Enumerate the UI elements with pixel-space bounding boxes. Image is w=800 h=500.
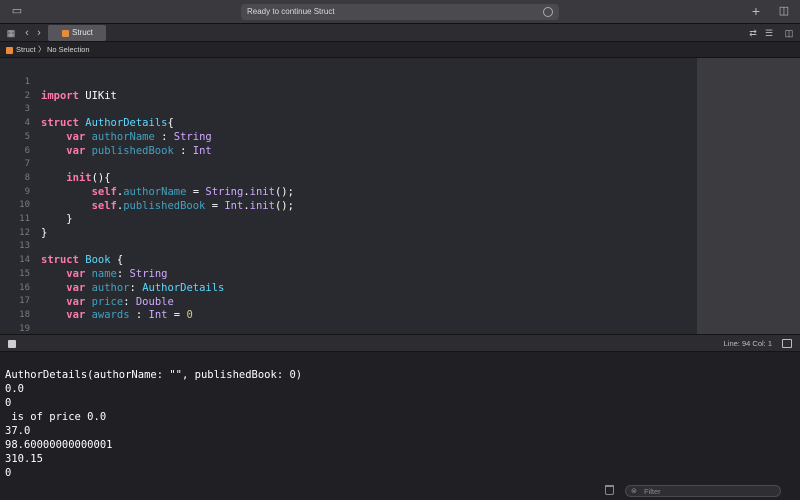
trash-icon[interactable]	[605, 485, 614, 495]
inspector-toggle-icon[interactable]: ◫	[777, 5, 791, 17]
sidebar-toggle-icon[interactable]: ▭	[10, 5, 24, 17]
status-text: Ready to continue Struct	[247, 7, 335, 16]
console-line: 0.0	[5, 383, 24, 395]
console-output[interactable]: AuthorDetails(authorName: "", publishedB…	[0, 352, 800, 500]
filter-icon: ⊜	[631, 488, 637, 495]
code-line: 4 var authorName : String	[0, 102, 697, 143]
console-line: AuthorDetails(authorName: "", publishedB…	[5, 369, 303, 381]
console-line: 0	[5, 397, 12, 409]
console-line: is of price 0.0	[5, 411, 107, 423]
debug-bar: Line: 94 Col: 1	[0, 334, 800, 352]
code-line: 2	[0, 75, 697, 101]
breadcrumb-file[interactable]: Struct	[16, 44, 36, 55]
tab-struct[interactable]: Struct	[48, 25, 106, 41]
tab-bar: ▦ ‹ › Struct ⇄ ☰ ◫	[0, 24, 800, 42]
code-line: 9 self.publishedBook = Int.init();	[0, 171, 697, 212]
tab-label: Struct	[72, 28, 93, 37]
code-line: 11 }	[0, 198, 697, 239]
console-line: 310.15	[5, 453, 43, 465]
console-line: 37.0	[5, 425, 31, 437]
filter-input[interactable]	[644, 486, 774, 496]
grid-icon[interactable]: ▦	[4, 27, 18, 39]
code-line: 7 init(){	[0, 143, 697, 184]
window-titlebar: ▭ Ready to continue Struct + ◫	[0, 0, 800, 24]
console-line: 98.60000000000001	[5, 439, 113, 451]
cursor-position: Line: 94 Col: 1	[723, 339, 772, 348]
plus-icon[interactable]: +	[749, 4, 763, 18]
code-line: 18	[0, 294, 697, 320]
console-filter: ⊜	[625, 485, 781, 497]
jump-bar: Struct 〉 No Selection	[0, 42, 800, 58]
breadcrumb-selection[interactable]: No Selection	[47, 44, 90, 55]
minimap[interactable]	[697, 58, 800, 334]
code-line: 5 var publishedBook : Int	[0, 116, 697, 157]
stop-icon[interactable]	[8, 340, 16, 348]
activity-spinner-icon	[543, 7, 553, 17]
code-line: 15 var author: AuthorDetails	[0, 253, 697, 294]
activity-status-field: Ready to continue Struct	[241, 4, 559, 20]
swift-file-icon	[6, 47, 13, 54]
code-line: 20 self.name = String.init();	[0, 321, 697, 334]
editor-options-icon[interactable]: ☰	[762, 27, 776, 39]
code-line: 12	[0, 212, 697, 238]
code-line: 13 struct Book {	[0, 225, 697, 266]
code-line: 16 var price: Double	[0, 267, 697, 308]
refresh-icon[interactable]: ⇄	[746, 27, 760, 39]
code-line: 3 struct AuthorDetails{	[0, 88, 697, 129]
forward-arrow-icon[interactable]: ›	[32, 27, 46, 39]
code-line: 8 self.authorName = String.init();	[0, 157, 697, 198]
code-line: 10 }	[0, 184, 697, 225]
code-line: 1 import UIKit	[0, 61, 697, 102]
code-editor[interactable]: 1 import UIKit 2 3 struct AuthorDetails{…	[0, 58, 697, 334]
toggle-console-icon[interactable]	[782, 339, 792, 348]
breadcrumb-separator: 〉	[38, 45, 46, 54]
swift-file-icon	[62, 30, 69, 37]
console-line: 0	[5, 467, 12, 479]
split-editor-icon[interactable]: ◫	[782, 27, 796, 39]
code-line: 17 var awards : Int = 0	[0, 280, 697, 321]
code-line: 6	[0, 130, 697, 156]
code-line: 14 var name: String	[0, 239, 697, 280]
code-line: 19 init(){	[0, 308, 697, 334]
